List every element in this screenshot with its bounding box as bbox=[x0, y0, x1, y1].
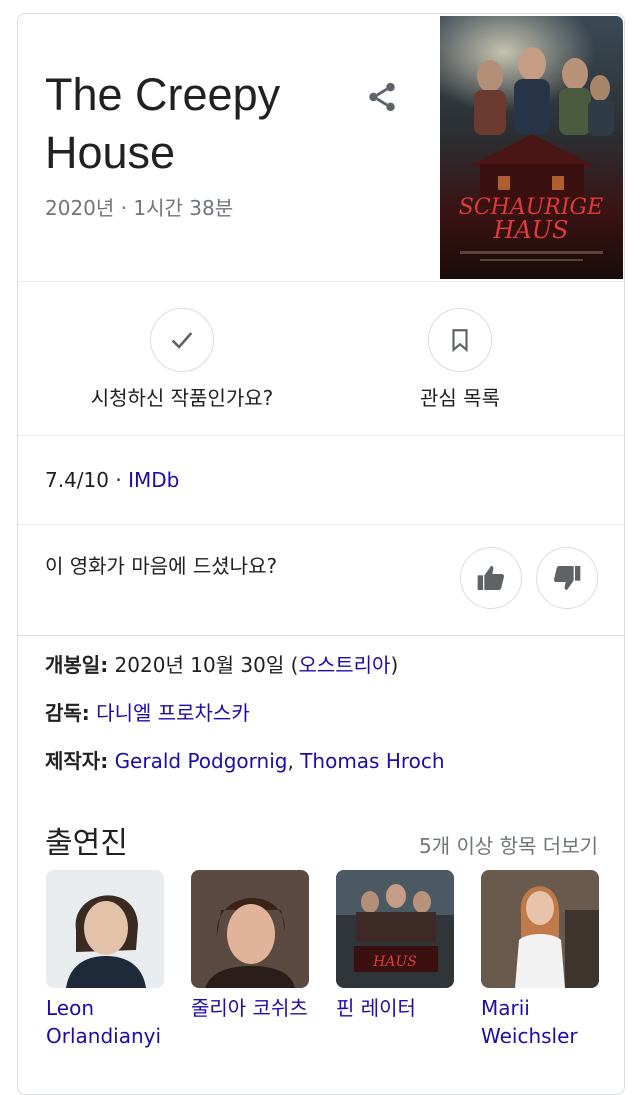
rating-source-link[interactable]: IMDb bbox=[128, 468, 179, 492]
cast-name: Marii Weichsler bbox=[481, 996, 578, 1048]
watchlist-button[interactable]: 관심 목록 bbox=[330, 308, 590, 411]
producer-row: 제작자: Gerald Podgornig, Thomas Hroch bbox=[45, 749, 445, 773]
cast-name: Leon Orlandianyi bbox=[46, 996, 162, 1048]
cast-member[interactable]: HAUS 핀 레이터 bbox=[336, 870, 466, 1022]
movie-subtitle: 2020년 · 1시간 38분 bbox=[45, 196, 234, 220]
cast-header: 출연진 5개 이상 항목 더보기 bbox=[18, 800, 624, 870]
action-row: 시청하신 작품인가요? 관심 목록 bbox=[18, 282, 624, 436]
svg-text:HAUS: HAUS bbox=[493, 216, 569, 244]
watched-label: 시청하신 작품인가요? bbox=[90, 386, 274, 410]
thumbs-down-button[interactable] bbox=[536, 547, 598, 609]
watched-button[interactable]: 시청하신 작품인가요? bbox=[52, 308, 312, 411]
share-button[interactable] bbox=[363, 78, 401, 116]
thumbs-down-icon bbox=[553, 566, 581, 590]
facts-section: 개봉일: 2020년 10월 30일 (오스트리아) 감독: 다니엘 프로차스카… bbox=[18, 636, 624, 794]
cast-photo: HAUS bbox=[336, 870, 454, 988]
cast-member[interactable]: Marii Weichsler bbox=[481, 870, 611, 1050]
producer-link-2[interactable]: Thomas Hroch bbox=[300, 749, 444, 773]
cast-list: Leon Orlandianyi 줄리아 코쉬츠 HAUS 핀 레이터 Mari… bbox=[18, 870, 624, 1070]
producer-key: 제작자: bbox=[45, 749, 109, 773]
thumbs-up-icon bbox=[477, 566, 505, 590]
cast-name: 줄리아 코쉬츠 bbox=[191, 996, 308, 1020]
cast-more-link[interactable]: 5개 이상 항목 더보기 bbox=[419, 830, 598, 859]
bookmark-icon bbox=[452, 329, 468, 353]
svg-text:HAUS: HAUS bbox=[372, 954, 417, 970]
cast-title: 출연진 bbox=[45, 826, 128, 861]
feedback-row: 이 영화가 마음에 드셨나요? bbox=[18, 525, 624, 636]
release-country-link[interactable]: 오스트리아 bbox=[298, 653, 390, 677]
director-row: 감독: 다니엘 프로차스카 bbox=[45, 698, 624, 746]
rating-score: 7.4/10 bbox=[45, 468, 109, 492]
cast-member[interactable]: Leon Orlandianyi bbox=[46, 870, 176, 1050]
director-key: 감독: bbox=[45, 701, 90, 725]
cast-member[interactable]: 줄리아 코쉬츠 bbox=[191, 870, 321, 1022]
release-date-row: 개봉일: 2020년 10월 30일 (오스트리아) bbox=[45, 653, 399, 677]
knowledge-panel-card: The Creepy House 2020년 · 1시간 38분 SCHAURI… bbox=[17, 13, 625, 1095]
thumbs-up-button[interactable] bbox=[460, 547, 522, 609]
release-date-value: 2020년 10월 30일 ( bbox=[108, 653, 299, 677]
movie-poster[interactable]: SCHAURIGE HAUS bbox=[440, 16, 623, 279]
panel-header: The Creepy House 2020년 · 1시간 38분 SCHAURI… bbox=[18, 14, 624, 282]
cast-photo bbox=[46, 870, 164, 988]
producer-link-1[interactable]: Gerald Podgornig bbox=[115, 749, 288, 773]
watchlist-label: 관심 목록 bbox=[420, 386, 500, 410]
movie-title: The Creepy House bbox=[45, 69, 281, 178]
rating-separator: · bbox=[109, 468, 129, 492]
share-icon bbox=[369, 82, 395, 112]
cast-name: 핀 레이터 bbox=[336, 996, 416, 1020]
cast-photo bbox=[191, 870, 309, 988]
cast-photo bbox=[481, 870, 599, 988]
release-date-key: 개봉일: bbox=[45, 653, 109, 677]
director-link[interactable]: 다니엘 프로차스카 bbox=[96, 701, 250, 725]
feedback-question: 이 영화가 마음에 드셨나요? bbox=[45, 554, 278, 578]
rating-row: 7.4/10 · IMDb bbox=[18, 436, 624, 525]
check-icon bbox=[171, 332, 193, 349]
